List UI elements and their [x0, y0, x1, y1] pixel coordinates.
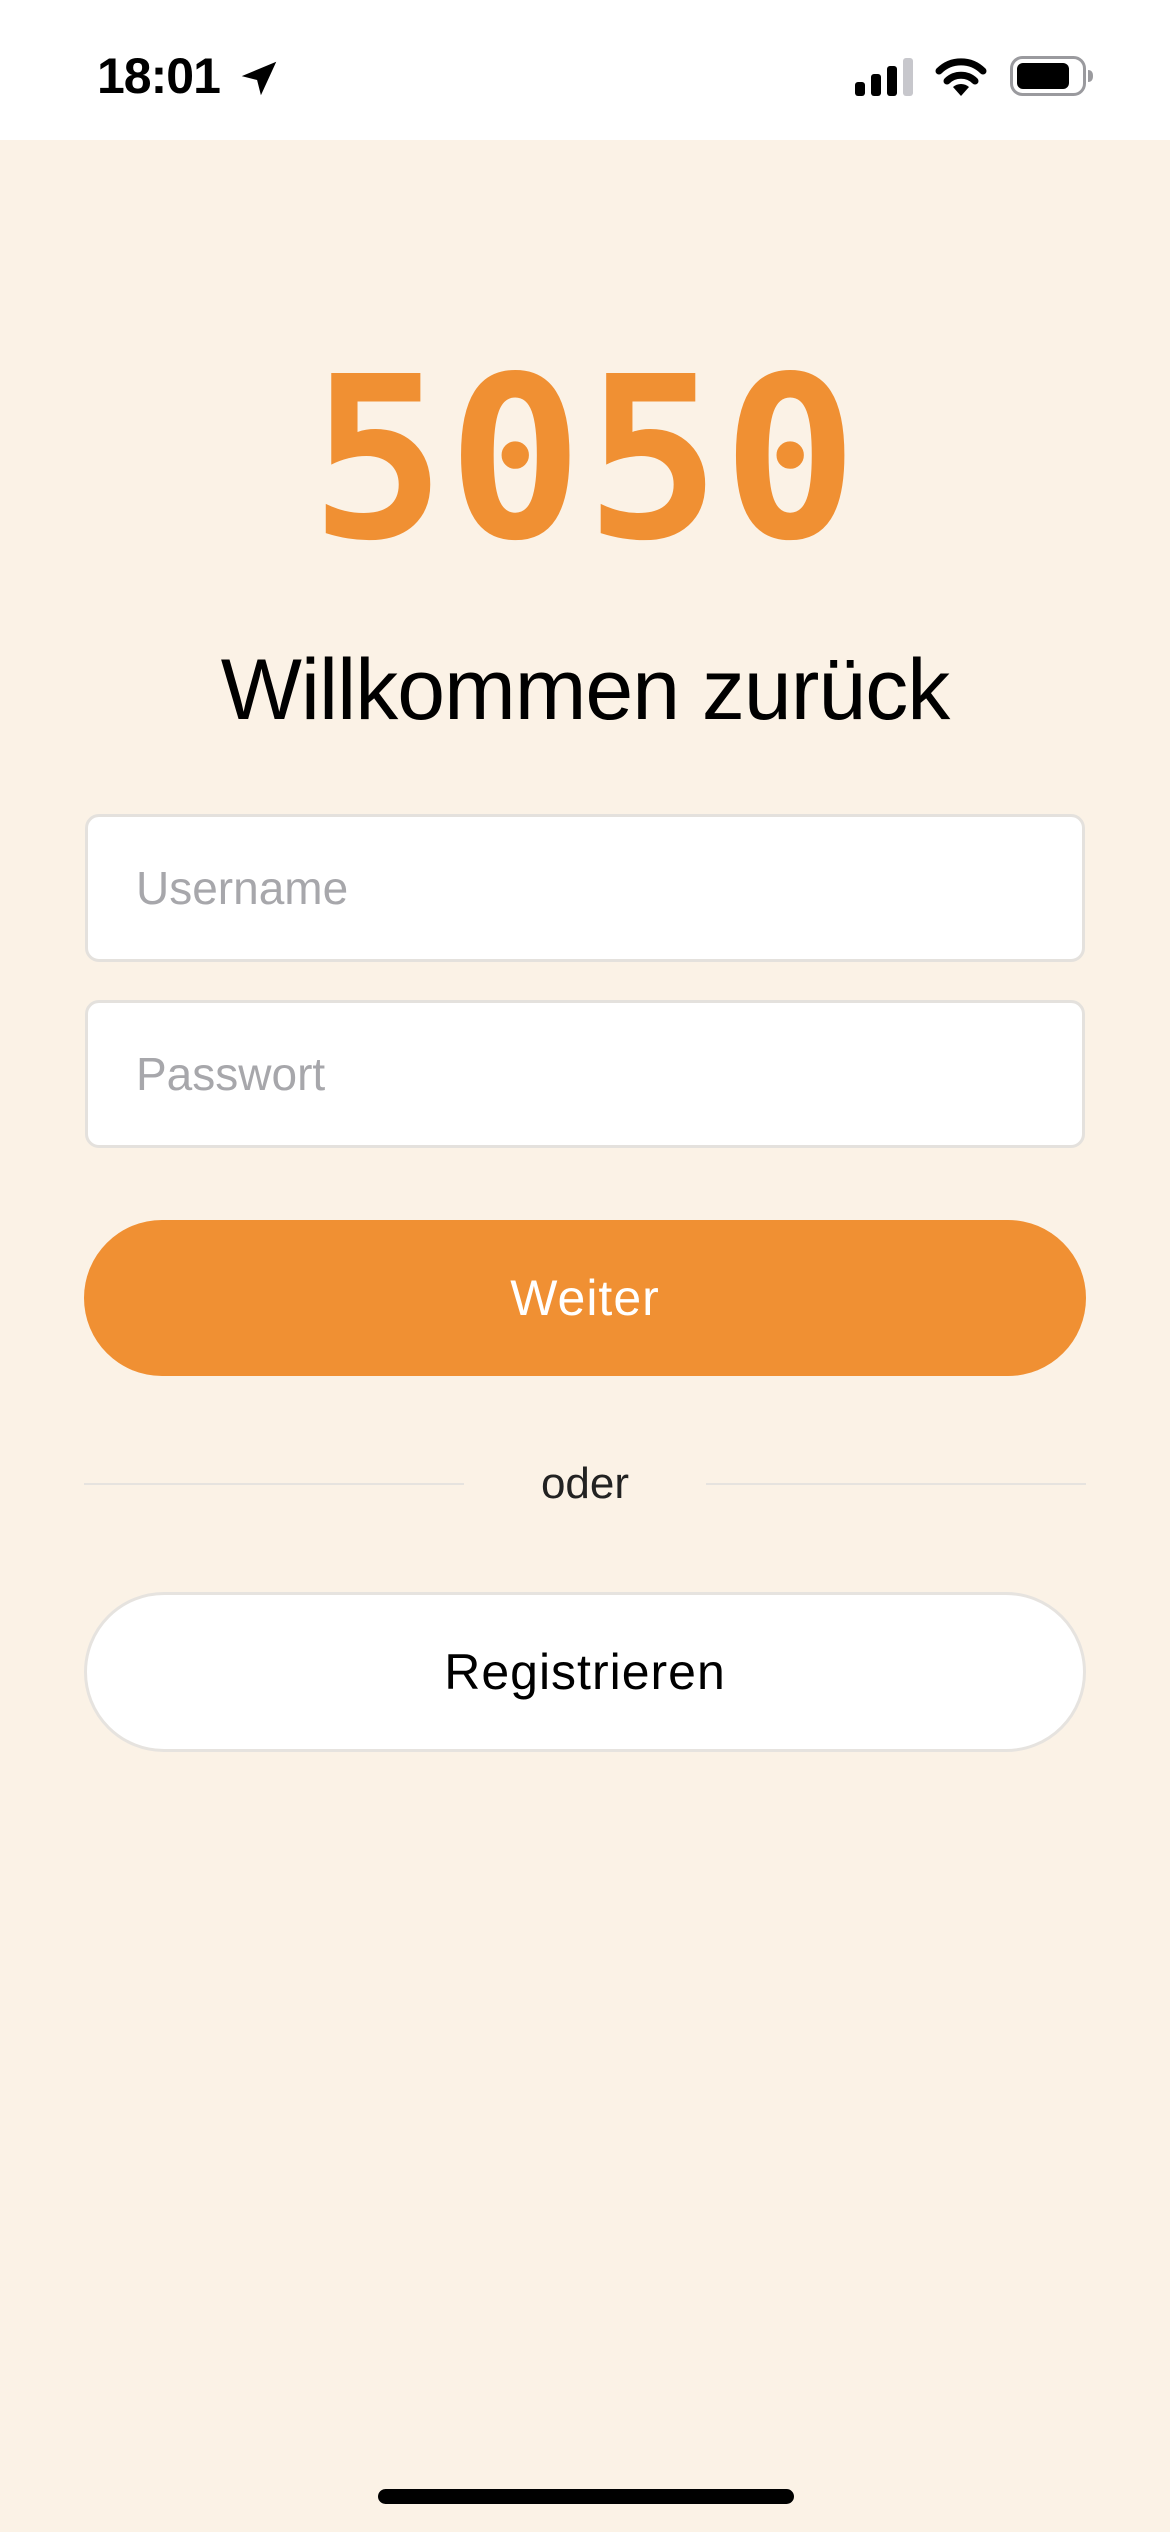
continue-button[interactable]: Weiter — [84, 1220, 1086, 1376]
username-input[interactable] — [85, 814, 1085, 962]
cellular-signal-icon — [855, 58, 913, 96]
battery-icon — [1010, 56, 1093, 96]
password-input[interactable] — [85, 1000, 1085, 1148]
status-time: 18:01 — [97, 48, 221, 104]
wifi-icon — [935, 58, 987, 96]
page-title: Willkommen zurück — [220, 642, 950, 738]
home-indicator[interactable] — [378, 2489, 794, 2504]
login-screen: 5050 Willkommen zurück Weiter oder Regis… — [0, 140, 1170, 2532]
register-button[interactable]: Registrieren — [84, 1592, 1086, 1752]
divider-line-right — [706, 1483, 1086, 1485]
location-arrow-icon — [241, 61, 277, 96]
app-logo: 5050 — [310, 329, 860, 591]
status-bar: 18:01 — [0, 0, 1170, 140]
